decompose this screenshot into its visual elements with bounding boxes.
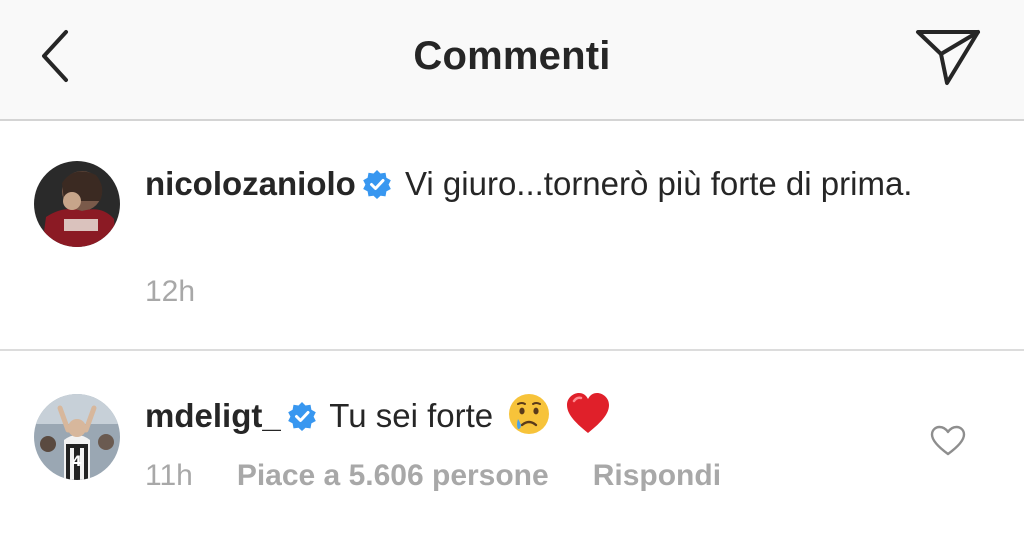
verified-badge-icon bbox=[287, 402, 316, 431]
header-bar: Commenti bbox=[0, 0, 1024, 121]
likes-count-link[interactable]: Piace a 5.606 persone bbox=[237, 459, 549, 492]
svg-text:4: 4 bbox=[72, 454, 82, 470]
caption-username[interactable]: nicolozaniolo bbox=[145, 165, 356, 202]
share-button[interactable] bbox=[912, 24, 984, 90]
heart-icon[interactable] bbox=[930, 425, 966, 457]
avatar[interactable] bbox=[34, 161, 120, 247]
caption-meta: 12h bbox=[145, 275, 195, 309]
caption-text: nicolozaniolo Vi giuro...tornerò più for… bbox=[145, 161, 965, 207]
caption-time: 12h bbox=[145, 275, 196, 308]
comment-item: 4 mdeligt_ Tu sei forte 11h Piace a 5.606… bbox=[0, 351, 1024, 549]
reply-button[interactable]: Rispondi bbox=[593, 459, 721, 492]
comment-body: Tu sei forte bbox=[320, 397, 494, 434]
avatar[interactable]: 4 bbox=[34, 394, 120, 480]
verified-badge-icon bbox=[363, 170, 391, 199]
caption-section: nicolozaniolo Vi giuro...tornerò più for… bbox=[0, 121, 1024, 351]
crying-face-icon bbox=[509, 394, 550, 434]
page-title: Commenti bbox=[413, 34, 611, 78]
caption-body: Vi giuro...tornerò più forte di prima. bbox=[395, 165, 913, 202]
comment-text: mdeligt_ Tu sei forte bbox=[145, 391, 965, 439]
comment-time: 11h bbox=[145, 459, 193, 492]
comment-username[interactable]: mdeligt_ bbox=[145, 397, 281, 434]
comment-meta: 11h Piace a 5.606 persone Rispondi bbox=[145, 459, 721, 493]
paper-plane-icon bbox=[916, 30, 980, 85]
red-heart-icon bbox=[567, 393, 610, 433]
